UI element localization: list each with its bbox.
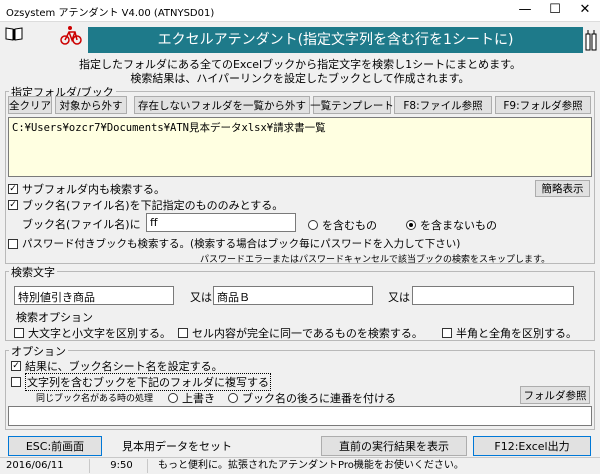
or-label-2: 又は: [388, 291, 410, 304]
search-term-3[interactable]: [412, 286, 574, 305]
status-bar: 2016/06/11 9:50 もっと便利に。拡張されたアテンダントPro機能を…: [0, 457, 600, 474]
opt-width-checkbox[interactable]: [442, 328, 452, 338]
title-bar: Ozsystem アテンダント V4.00 (ATNYSD01) — ☐ ✕: [0, 0, 600, 22]
search-term-2[interactable]: 商品Ｂ: [213, 286, 373, 305]
subfolder-option[interactable]: ✓ サブフォルダ内も検索する。: [8, 181, 165, 197]
password-note: パスワードエラーまたはパスワードキャンセルで該当ブックの検索をスキップします。: [200, 255, 551, 265]
copy-checkbox[interactable]: [11, 377, 21, 387]
banner-title: エクセルアテンダント(指定文字列を含む行を1シートに): [88, 27, 583, 53]
remove-button[interactable]: 対象から外す: [55, 96, 127, 114]
f9-folder-ref-button[interactable]: F9:フォルダ参照: [495, 96, 591, 114]
options-section-legend: オプション: [9, 343, 68, 359]
last-result-button[interactable]: 直前の実行結果を表示: [321, 436, 467, 456]
bookname-prefix: ブック名(ファイル名)に: [22, 218, 141, 231]
help-icon[interactable]: [585, 30, 597, 52]
clear-all-button[interactable]: 全クリア: [8, 96, 52, 114]
remove-missing-button[interactable]: 存在しないフォルダを一覧から外す: [134, 96, 310, 114]
opt-case-option[interactable]: 大文字と小文字を区別する。: [14, 325, 171, 341]
overwrite-label: 上書き: [182, 392, 215, 405]
search-options-label: 検索オプション: [16, 311, 93, 324]
password-checkbox[interactable]: [8, 238, 18, 249]
sheetname-label: 結果に、ブック名シート名を設定する。: [25, 360, 223, 373]
radio-include[interactable]: [308, 220, 318, 230]
copy-label: 文字列を含むブックを下記のフォルダに複写する: [25, 373, 271, 391]
sheetname-option[interactable]: ✓ 結果に、ブック名シート名を設定する。: [11, 358, 223, 374]
serial-option[interactable]: ブック名の後ろに連番を付ける: [228, 390, 396, 406]
duplicate-label: 同じブック名がある時の処理: [36, 394, 154, 404]
status-message: もっと便利に。拡張されたアテンダントPro機能をお使いください。: [158, 460, 464, 471]
bookname-checkbox[interactable]: ✓: [8, 200, 18, 210]
close-button[interactable]: ✕: [570, 0, 600, 20]
opt-case-checkbox[interactable]: [14, 328, 24, 338]
overwrite-radio[interactable]: [168, 393, 178, 403]
radio-exclude-option[interactable]: を含まないもの: [406, 217, 497, 233]
book-icon[interactable]: [5, 26, 23, 42]
radio-include-option[interactable]: を含むもの: [308, 217, 377, 233]
search-term-1[interactable]: 特別値引き商品: [14, 286, 174, 305]
bicycle-icon[interactable]: [60, 24, 82, 46]
serial-label: ブック名の後ろに連番を付ける: [242, 392, 396, 405]
minimize-button[interactable]: —: [510, 0, 540, 20]
sheetname-checkbox[interactable]: ✓: [11, 361, 21, 371]
opt-exact-option[interactable]: セル内容が完全に同一であるものを検索する。: [178, 325, 423, 341]
esc-button[interactable]: ESC:前画面: [8, 436, 102, 456]
status-date: 2016/06/11: [0, 459, 90, 473]
search-section-legend: 検索文字: [9, 264, 57, 280]
folder-ref-button[interactable]: フォルダ参照: [520, 386, 590, 404]
bookname-option[interactable]: ✓ ブック名(ファイル名)を下記指定のもののみとする。: [8, 197, 283, 213]
radio-include-label: を含むもの: [322, 219, 377, 232]
opt-width-option[interactable]: 半角と全角を区別する。: [442, 325, 577, 341]
radio-exclude[interactable]: [406, 220, 416, 230]
maximize-button[interactable]: ☐: [540, 0, 570, 20]
or-label-1: 又は: [190, 291, 212, 304]
template-button[interactable]: 一覧テンプレート: [310, 96, 394, 114]
password-option[interactable]: パスワード付きブックも検索する。(検索する場合はブック毎にパスワードを入力して下…: [8, 236, 460, 251]
opt-exact-checkbox[interactable]: [178, 328, 188, 338]
bookname-label: ブック名(ファイル名)を下記指定のもののみとする。: [22, 199, 284, 212]
folder-list-item[interactable]: C:¥Users¥ozcr7¥Documents¥ATN見本データxlsx¥請求…: [12, 122, 326, 134]
window-title: Ozsystem アテンダント V4.00 (ATNYSD01): [6, 8, 215, 19]
opt-case-label: 大文字と小文字を区別する。: [28, 327, 171, 340]
sample-data-button[interactable]: 見本用データをセット: [109, 436, 245, 456]
radio-exclude-label: を含まないもの: [420, 219, 497, 232]
simple-view-button[interactable]: 簡略表示: [535, 180, 590, 197]
overwrite-option[interactable]: 上書き: [168, 390, 215, 406]
copy-option[interactable]: 文字列を含むブックを下記のフォルダに複写する: [11, 373, 271, 391]
subfolder-label: サブフォルダ内も検索する。: [22, 183, 165, 196]
copy-destination-input[interactable]: [8, 406, 592, 426]
serial-radio[interactable]: [228, 393, 238, 403]
f8-file-ref-button[interactable]: F8:ファイル参照: [394, 96, 492, 114]
bookname-input[interactable]: ff: [146, 213, 296, 232]
opt-width-label: 半角と全角を区別する。: [456, 327, 577, 340]
folder-list[interactable]: C:¥Users¥ozcr7¥Documents¥ATN見本データxlsx¥請求…: [8, 117, 592, 177]
opt-exact-label: セル内容が完全に同一であるものを検索する。: [192, 327, 423, 340]
password-label: パスワード付きブックも検索する。(検索する場合はブック毎にパスワードを入力して下…: [22, 238, 461, 250]
status-time: 9:50: [96, 459, 148, 473]
subfolder-checkbox[interactable]: ✓: [8, 184, 18, 194]
f12-excel-output-button[interactable]: F12:Excel出力: [473, 436, 591, 456]
